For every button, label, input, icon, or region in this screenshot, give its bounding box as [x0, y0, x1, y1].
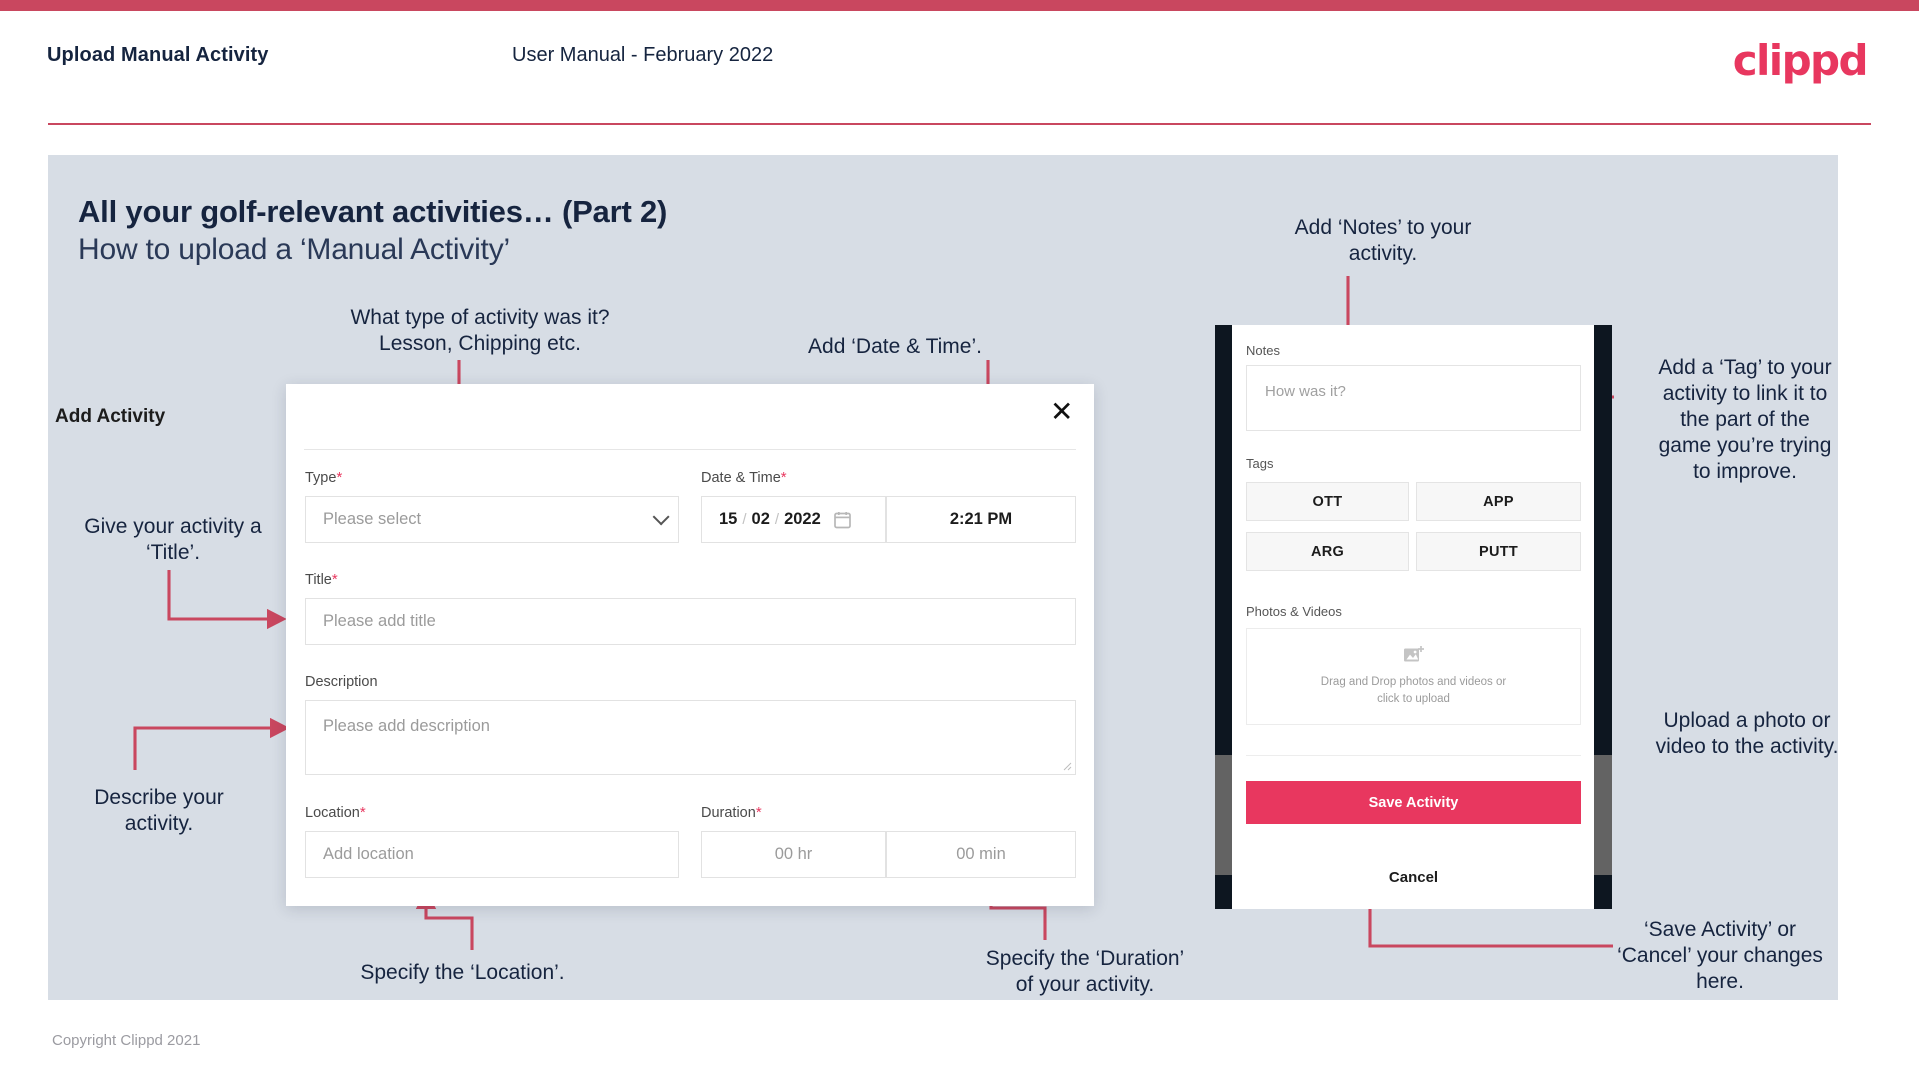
tag-putt[interactable]: PUTT	[1416, 532, 1581, 571]
tag-arg[interactable]: ARG	[1246, 532, 1409, 571]
date-month: 02	[751, 510, 770, 528]
dialog-divider	[304, 449, 1076, 450]
dialog-title: Add Activity	[55, 406, 166, 427]
top-accent-bar	[0, 0, 1919, 11]
duration-minutes-placeholder: 00 min	[956, 845, 1006, 863]
datetime-label: Date & Time*	[701, 469, 787, 486]
photos-label: Photos & Videos	[1246, 604, 1342, 619]
date-day: 15	[719, 510, 738, 528]
annotation-notes: Add ‘Notes’ to your activity.	[1294, 216, 1472, 266]
annotation-tags: Add a ‘Tag’ to your activity to link it …	[1658, 356, 1832, 484]
annotation-title: Give your activity a ‘Title’.	[84, 515, 262, 565]
title-placeholder: Please add title	[323, 612, 436, 630]
add-activity-dialog	[286, 384, 1094, 906]
annotation-save: ‘Save Activity’ or ‘Cancel’ your changes…	[1617, 918, 1823, 994]
mobile-divider	[1246, 755, 1581, 756]
date-sep-2: /	[774, 511, 780, 528]
date-input[interactable]: 15 / 02 / 2022	[701, 496, 886, 543]
annotation-duration: Specify the ‘Duration’ of your activity.	[985, 947, 1185, 997]
description-label: Description	[305, 674, 378, 690]
chevron-down-icon	[652, 507, 670, 525]
cancel-button[interactable]: Cancel	[1246, 869, 1581, 886]
notes-placeholder: How was it?	[1265, 383, 1346, 400]
slide-page: Upload Manual Activity User Manual - Feb…	[0, 0, 1919, 1079]
datetime-label-text: Date & Time	[701, 470, 781, 486]
photos-dropzone-text: Drag and Drop photos and videos or click…	[1320, 676, 1507, 705]
location-label: Location*	[305, 804, 366, 821]
location-input[interactable]: Add location	[305, 831, 679, 878]
annotation-type: What type of activity was it? Lesson, Ch…	[350, 306, 610, 356]
annotation-datetime: Add ‘Date & Time’.	[808, 335, 982, 358]
date-year: 2022	[784, 510, 821, 528]
copyright-text: Copyright Clippd 2021	[52, 1032, 201, 1049]
datetime-required-mark: *	[780, 469, 787, 486]
slide-subheading: How to upload a ‘Manual Activity’	[78, 233, 510, 266]
title-label: Title*	[305, 571, 338, 588]
phone-left-bezel	[1215, 325, 1233, 909]
location-required-mark: *	[359, 804, 366, 821]
description-placeholder: Please add description	[323, 717, 490, 735]
resize-handle-icon[interactable]	[1062, 761, 1072, 771]
tag-app[interactable]: APP	[1416, 482, 1581, 521]
description-label-text: Description	[305, 674, 378, 690]
tag-ott[interactable]: OTT	[1246, 482, 1409, 521]
time-value: 2:21 PM	[949, 510, 1013, 528]
slide-heading: All your golf-relevant activities… (Part…	[78, 194, 668, 229]
annotation-description: Describe your activity.	[94, 786, 224, 836]
type-placeholder: Please select	[323, 510, 422, 528]
location-label-text: Location	[305, 805, 360, 821]
add-image-icon	[1403, 646, 1424, 662]
duration-hours-input[interactable]: 00 hr	[701, 831, 886, 878]
clippd-logo: clippd	[1732, 36, 1869, 85]
duration-hours-placeholder: 00 hr	[774, 845, 813, 863]
type-label: Type*	[305, 469, 342, 486]
duration-label: Duration*	[701, 804, 762, 821]
title-input[interactable]: Please add title	[305, 598, 1076, 645]
calendar-icon[interactable]	[833, 511, 851, 529]
title-required-mark: *	[331, 571, 338, 588]
type-select[interactable]: Please select	[305, 496, 679, 543]
description-textarea[interactable]: Please add description	[305, 700, 1076, 775]
date-sep-1: /	[742, 511, 747, 528]
type-required-mark: *	[336, 469, 343, 486]
phone-left-button	[1215, 755, 1233, 875]
close-icon[interactable]: ✕	[1050, 398, 1073, 426]
notes-label: Notes	[1246, 343, 1280, 358]
save-activity-button[interactable]: Save Activity	[1246, 781, 1581, 824]
location-placeholder: Add location	[323, 845, 414, 863]
duration-required-mark: *	[755, 804, 762, 821]
header-divider	[48, 123, 1871, 125]
phone-right-button	[1594, 755, 1612, 875]
type-label-text: Type	[305, 470, 337, 486]
page-title: Upload Manual Activity	[47, 44, 269, 66]
time-input[interactable]: 2:21 PM	[886, 496, 1076, 543]
phone-right-bezel	[1594, 325, 1612, 909]
annotation-photos: Upload a photo or video to the activity.	[1655, 709, 1839, 759]
annotation-location: Specify the ‘Location’.	[360, 961, 565, 984]
tags-label: Tags	[1246, 456, 1274, 471]
photos-dropzone[interactable]: Drag and Drop photos and videos or click…	[1246, 628, 1581, 725]
title-label-text: Title	[305, 572, 332, 588]
duration-label-text: Duration	[701, 805, 756, 821]
page-subtitle: User Manual - February 2022	[512, 44, 774, 66]
duration-minutes-input[interactable]: 00 min	[886, 831, 1076, 878]
